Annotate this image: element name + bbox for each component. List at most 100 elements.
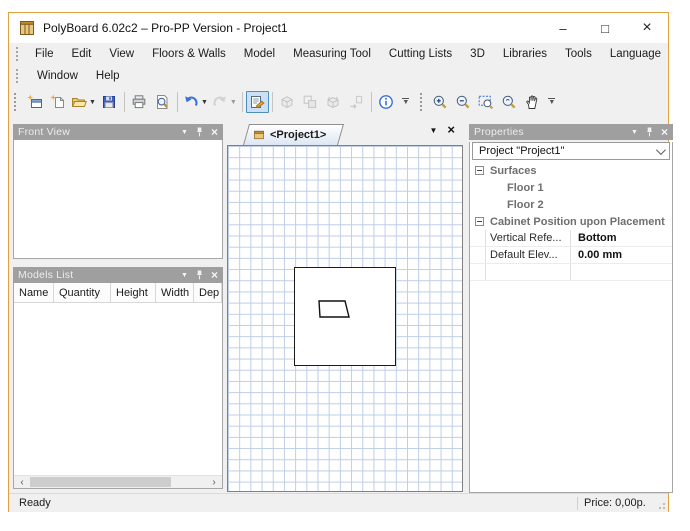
column-header-name[interactable]: Name ˆ [14,283,54,302]
front-view-body[interactable] [13,140,223,259]
dropdown-arrow-icon[interactable]: ▼ [230,99,237,106]
close-icon[interactable]: × [211,126,218,138]
zoom-dynamic-icon [501,94,517,110]
price-indicator: Price: 0,00p. [584,497,646,509]
zoom-dynamic-button[interactable] [498,91,521,113]
document-tab-strip: <Project1> ▼ × [227,121,463,145]
scroll-right-button[interactable]: › [206,476,222,488]
floor-plan-canvas[interactable] [227,145,463,492]
column-header-quantity[interactable]: Quantity [54,283,111,302]
sort-ascending-icon: ˆ [28,283,31,290]
front-view-header[interactable]: Front View ▼ × [13,124,223,140]
close-icon[interactable]: × [211,269,218,281]
print-button[interactable] [128,91,151,113]
menu-item-help[interactable]: Help [87,68,129,84]
menu-item-3d[interactable]: 3D [461,46,494,62]
collapse-icon[interactable] [475,217,484,226]
scrollbar-track[interactable] [30,476,206,488]
models-list-header[interactable]: Models List ▼ × [13,267,223,283]
menu-drag-handle[interactable] [16,47,18,61]
property-row-vertical-refe[interactable]: Vertical Refe... Bottom [470,230,672,247]
chevron-down-icon[interactable]: ▼ [631,129,638,136]
print-icon [131,94,147,110]
scrollbar-thumb[interactable] [30,477,171,487]
open-cube-button[interactable] [322,91,345,113]
convert-3d-button[interactable] [299,91,322,113]
tab-label: <Project1> [270,128,327,141]
dropdown-arrow-icon[interactable]: ▼ [89,99,96,106]
menu-item-measuring-tool[interactable]: Measuring Tool [284,46,380,62]
pin-icon[interactable] [195,269,204,281]
toolbar-overflow-button[interactable]: ▼ [546,92,558,112]
menu-item-view[interactable]: View [100,46,143,62]
dropdown-arrow-icon[interactable]: ▼ [201,99,208,106]
column-header-dep[interactable]: Dep [194,283,222,302]
undo-button[interactable]: ▼ [181,91,210,113]
toolbar-drag-handle[interactable] [419,93,424,111]
zoom-in-button[interactable] [429,91,452,113]
scroll-left-button[interactable]: ‹ [14,476,30,488]
item-label: Floor 1 [507,181,544,194]
polyboard-app-icon[interactable] [19,20,35,36]
menu-item-language[interactable]: Language [601,46,670,62]
tree-item-floor-1[interactable]: Floor 1 [470,179,672,196]
property-group-cabinet-position-upon-placement[interactable]: Cabinet Position upon Placement [470,213,672,230]
menu-item-tools[interactable]: Tools [556,46,601,62]
property-value[interactable]: 0.00 mm [571,247,672,263]
pin-icon[interactable] [645,126,654,138]
save-button[interactable] [98,91,121,113]
menu-item-file[interactable]: File [26,46,63,62]
object-selector-combobox[interactable]: Project "Project1" [472,142,670,160]
document-tab[interactable]: <Project1> [243,124,338,145]
pan-button[interactable] [521,91,544,113]
menu-item-window[interactable]: Window [28,68,87,84]
tree-item-floor-2[interactable]: Floor 2 [470,196,672,213]
property-name: Vertical Refe... [486,230,571,246]
menu-item-model[interactable]: Model [235,46,284,62]
open-button[interactable]: ▼ [69,91,98,113]
chevron-down-icon[interactable]: ▼ [181,129,188,136]
property-row-default-elev[interactable]: Default Elev... 0.00 mm [470,247,672,264]
zoom-out-button[interactable] [452,91,475,113]
properties-header[interactable]: Properties ▼ × [469,124,673,140]
property-value[interactable]: Bottom [571,230,672,246]
view-3d-button[interactable] [276,91,299,113]
zoom-window-button[interactable] [475,91,498,113]
menu-item-floors-walls[interactable]: Floors & Walls [143,46,235,62]
chevron-down-icon[interactable]: ▼ [181,272,188,279]
print-preview-button[interactable] [151,91,174,113]
collapse-icon[interactable] [475,166,484,175]
property-group-surfaces[interactable]: Surfaces [470,162,672,179]
menu-drag-handle[interactable] [16,69,20,83]
column-header-width[interactable]: Width [156,283,194,302]
menu-item-cutting-lists[interactable]: Cutting Lists [380,46,461,62]
toolbar-drag-handle[interactable] [14,93,18,111]
close-button[interactable]: × [626,13,668,43]
tab-list-dropdown-icon[interactable]: ▼ [429,126,437,135]
menu-item-libraries[interactable]: Libraries [494,46,556,62]
column-header-height[interactable]: Height [111,283,156,302]
minimize-button[interactable]: – [542,13,584,43]
export-3d-button[interactable] [345,91,368,113]
selected-object: Project "Project1" [479,145,565,157]
properties-button[interactable] [245,91,269,113]
print-preview-icon [154,94,170,110]
resize-grip-icon[interactable] [654,494,668,512]
front-view-panel: Front View ▼ × [13,124,223,259]
group-label: Cabinet Position upon Placement [490,215,665,228]
close-icon[interactable]: × [661,126,668,138]
new-project-button[interactable] [23,91,46,113]
toolbar-overflow-button[interactable]: ▼ [400,92,412,112]
new-project-icon [26,94,43,110]
models-list-panel: Models List ▼ × Name ˆ Quantity Height Width… [13,267,223,489]
models-list-body[interactable] [14,303,222,475]
new-model-button[interactable] [46,91,69,113]
menu-item-edit[interactable]: Edit [63,46,101,62]
cabinet-model-shape[interactable] [318,300,350,318]
info-button[interactable] [375,91,398,113]
close-document-icon[interactable]: × [447,123,455,136]
pin-icon[interactable] [195,126,204,138]
redo-button[interactable]: ▼ [210,91,239,113]
toolbar-separator [370,92,372,112]
maximize-button[interactable]: □ [584,13,626,43]
